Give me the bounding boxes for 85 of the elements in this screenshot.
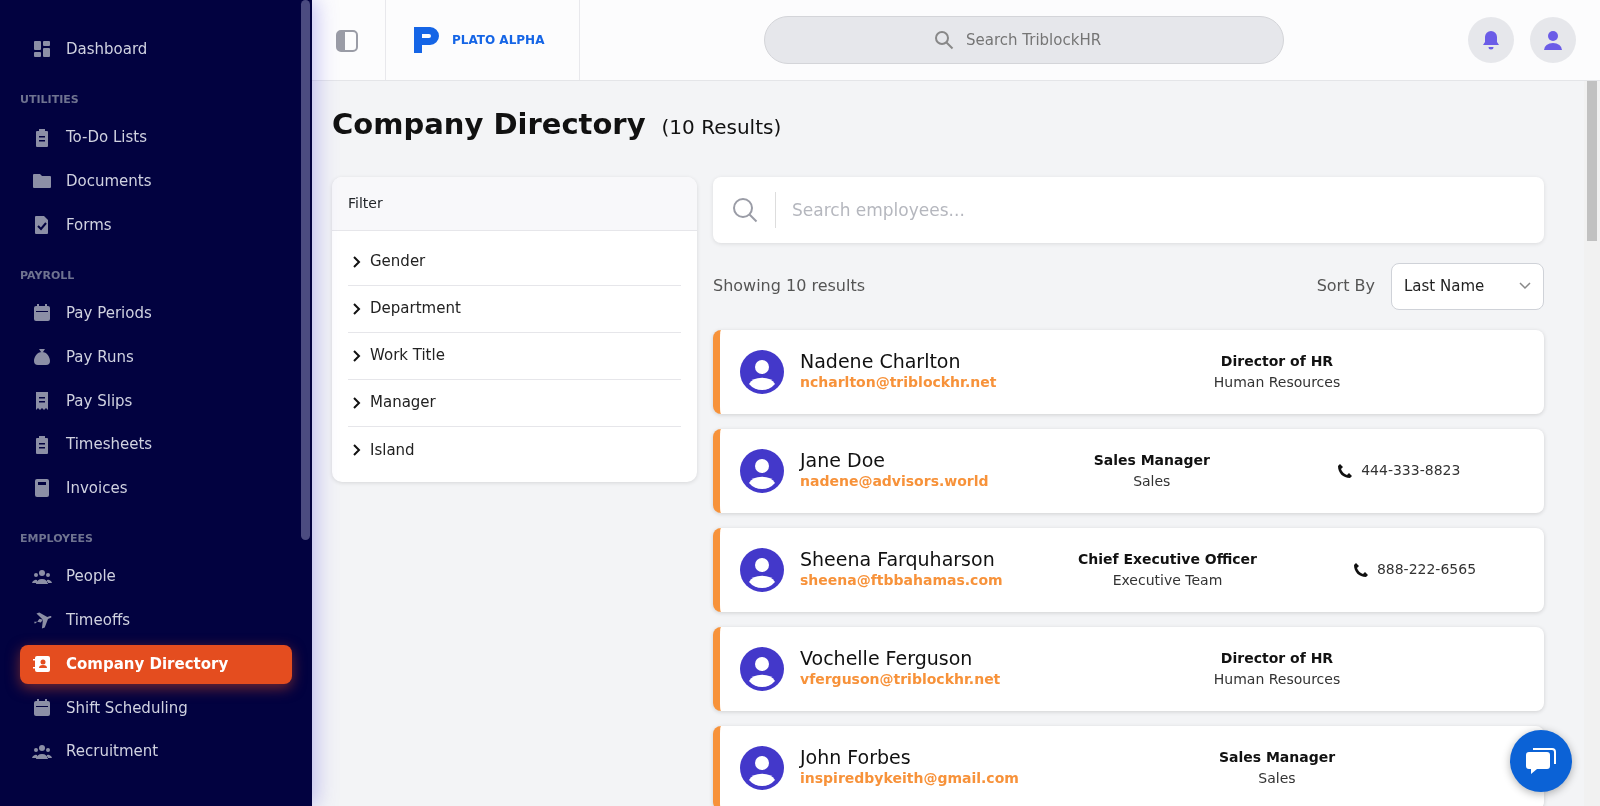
plane-icon: [32, 610, 52, 631]
chevron-icon: [352, 444, 362, 456]
calendar-icon: [32, 697, 52, 718]
sort-label: Sort By: [1316, 275, 1375, 297]
employee-search-box[interactable]: Search employees...: [713, 176, 1544, 243]
employee-card[interactable]: Jane Doe nadene@advisors.world Sales Manager Sales 444-333-8823: [713, 428, 1544, 513]
employee-name: Vochelle Ferguson: [800, 646, 974, 670]
avatar-icon: [740, 349, 784, 394]
employee-name: Jane Doe: [800, 448, 886, 472]
chevron-icon: [352, 302, 362, 315]
filter-group[interactable]: Work Title: [348, 332, 681, 380]
scrollbar[interactable]: [301, 0, 310, 540]
phone-number: 444-333-8823: [1361, 461, 1461, 480]
contact-card-icon: [32, 654, 52, 675]
nav-item[interactable]: To-Do Lists: [20, 118, 292, 157]
filter-group[interactable]: Manager: [348, 379, 681, 427]
dashboard-icon: [32, 39, 52, 60]
employee-card[interactable]: Nadene Charlton ncharlton@triblockhr.net Director of HR Human Resources: [713, 329, 1544, 414]
bell-icon: [1480, 29, 1502, 51]
nav-item[interactable]: Documents: [20, 162, 292, 201]
profile-button[interactable]: [1530, 17, 1576, 63]
employee-card[interactable]: John Forbes inspiredbykeith@gmail.com Sales Manager Sales: [713, 725, 1544, 806]
chevron-icon: [352, 255, 362, 268]
avatar-icon: [740, 547, 784, 592]
department: Sales: [1133, 471, 1171, 491]
nav-item[interactable]: Recruitment: [20, 732, 292, 771]
nav-item[interactable]: Timesheets: [20, 425, 292, 464]
employee-name: John Forbes: [800, 745, 912, 769]
chat-icon: [1525, 746, 1557, 776]
search-icon: [934, 30, 954, 50]
calendar-icon: [32, 303, 52, 324]
sidebar-toggle-icon[interactable]: [336, 28, 358, 52]
job-title: Sales Manager: [1093, 450, 1210, 470]
nav-item[interactable]: Timeoffs: [20, 601, 292, 640]
nav-item[interactable]: Shift Scheduling: [20, 688, 292, 728]
caret-icon: [1519, 282, 1531, 290]
nav-item[interactable]: Pay Periods: [20, 294, 292, 333]
filter-group[interactable]: Island: [348, 426, 681, 474]
nav-item[interactable]: Invoices: [20, 469, 292, 508]
avatar-icon: [740, 646, 784, 691]
money-bag-icon: [32, 347, 52, 368]
results-summary: Showing 10 results: [713, 275, 866, 297]
job-title: Director of HR: [1220, 648, 1334, 668]
avatar-icon: [740, 745, 784, 790]
page-title: Company Directory: [332, 106, 646, 143]
notification-button[interactable]: [1468, 17, 1514, 63]
user-icon: [1542, 29, 1564, 51]
chevron-icon: [352, 349, 362, 362]
section-heading: PAYROLL: [20, 267, 76, 284]
phone-number: 888-222-6565: [1376, 560, 1477, 579]
department: Executive Team: [1112, 570, 1223, 590]
result-count: (10 Results): [661, 114, 782, 141]
search-icon: [731, 195, 759, 224]
employee-card[interactable]: Sheena Farquharson sheena@ftbbahamas.com Chief Executive Officer Executive Team 888-222-6565: [713, 527, 1544, 612]
nav-item[interactable]: Forms: [20, 205, 292, 245]
nav-item[interactable]: Pay Runs: [20, 337, 292, 377]
phone-icon: [1352, 561, 1369, 578]
logo-text: PLATO ALPHA: [452, 32, 545, 49]
employee-name: Sheena Farquharson: [800, 547, 996, 571]
job-title: Director of HR: [1220, 351, 1334, 371]
department: Human Resources: [1213, 372, 1341, 392]
employee-card[interactable]: Vochelle Ferguson vferguson@triblockhr.net Director of HR Human Resources: [713, 626, 1544, 711]
sort-dropdown[interactable]: Last Name: [1391, 262, 1544, 310]
section-heading: EMPLOYEES: [20, 530, 94, 547]
nav-item[interactable]: People: [20, 557, 292, 596]
filter-group[interactable]: Gender: [348, 238, 681, 286]
avatar-icon: [740, 448, 784, 493]
search-field[interactable]: Search TriblockHR: [764, 16, 1284, 64]
job-title: Sales Manager: [1218, 747, 1336, 767]
employee-name: Nadene Charlton: [800, 349, 962, 373]
job-title: Chief Executive Officer: [1077, 549, 1257, 569]
scrollbar[interactable]: [1584, 81, 1600, 806]
calculator-icon: [32, 478, 52, 499]
department: Sales: [1258, 768, 1296, 788]
section-heading: UTILITIES: [20, 91, 80, 108]
department: Human Resources: [1213, 669, 1341, 689]
phone-icon: [1337, 462, 1354, 479]
nav-item[interactable]: Company Directory: [20, 644, 292, 684]
filter-group[interactable]: Department: [348, 285, 681, 333]
nav-item[interactable]: Dashboard: [20, 30, 292, 69]
chevron-icon: [352, 396, 362, 409]
nav-item[interactable]: Pay Slips: [20, 381, 292, 421]
chat-button[interactable]: [1510, 730, 1572, 792]
filter-title: Filter: [332, 176, 697, 231]
search-input[interactable]: Search TriblockHR: [964, 27, 1114, 53]
